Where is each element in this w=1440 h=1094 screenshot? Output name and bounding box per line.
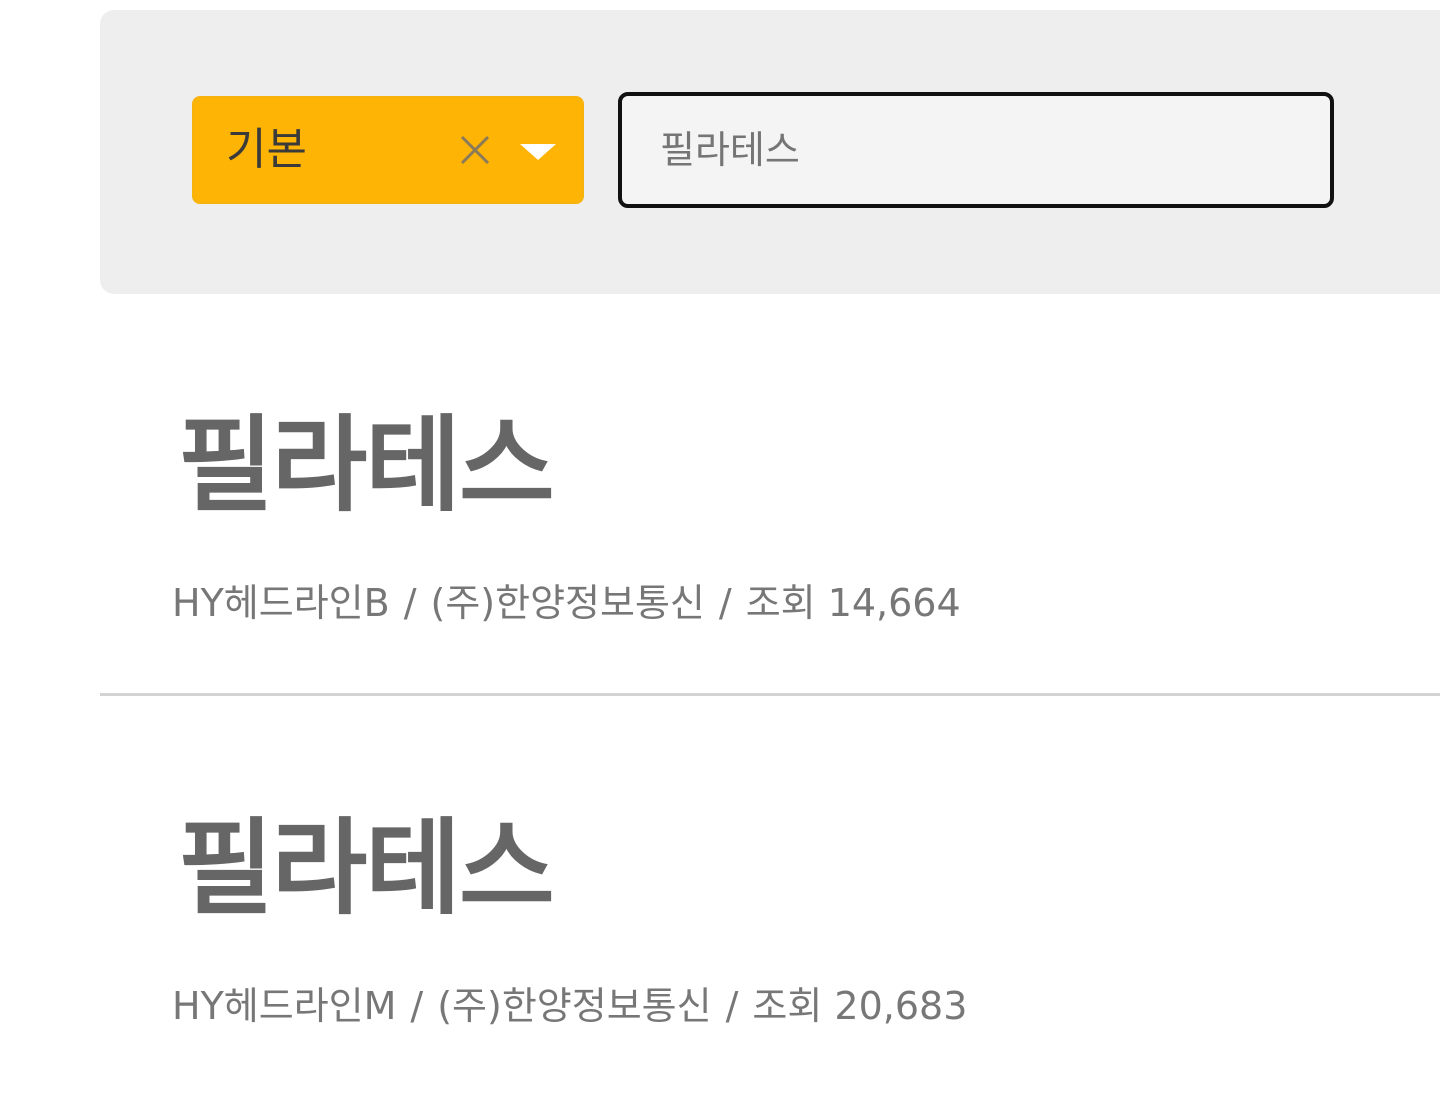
foundry-link[interactable]: (주)한양정보통신	[437, 984, 711, 1028]
meta-separator: /	[403, 581, 417, 625]
caret-down-icon[interactable]	[518, 142, 558, 162]
meta-separator: /	[725, 984, 739, 1028]
view-count: 조회 14,664	[745, 581, 961, 625]
font-result-item[interactable]: 필라테스 HY헤드라인M / (주)한양정보통신 / 조회 20,683	[100, 733, 1440, 1094]
style-select[interactable]: 기본	[192, 96, 584, 204]
font-preview-text[interactable]: 필라테스	[178, 783, 555, 934]
foundry-link[interactable]: (주)한양정보통신	[431, 581, 705, 625]
font-search-page: 기본 필라테스 HY헤드라인B / (주)한양정보통신 / 조회 14,664 필라테스…	[0, 0, 1440, 1094]
style-select-value: 기본	[226, 124, 307, 175]
search-input[interactable]	[622, 96, 1330, 204]
search-field	[618, 92, 1334, 208]
font-name-link[interactable]: HY헤드라인B	[172, 581, 390, 625]
font-preview-text[interactable]: 필라테스	[178, 380, 555, 531]
meta-separator: /	[410, 984, 424, 1028]
view-count: 조회 20,683	[752, 984, 968, 1028]
font-meta: HY헤드라인M / (주)한양정보통신 / 조회 20,683	[172, 975, 967, 1030]
close-icon[interactable]	[456, 131, 494, 169]
font-result-item[interactable]: 필라테스 HY헤드라인B / (주)한양정보통신 / 조회 14,664	[100, 330, 1440, 696]
meta-separator: /	[718, 581, 732, 625]
font-name-link[interactable]: HY헤드라인M	[172, 984, 396, 1028]
font-meta: HY헤드라인B / (주)한양정보통신 / 조회 14,664	[172, 572, 961, 627]
